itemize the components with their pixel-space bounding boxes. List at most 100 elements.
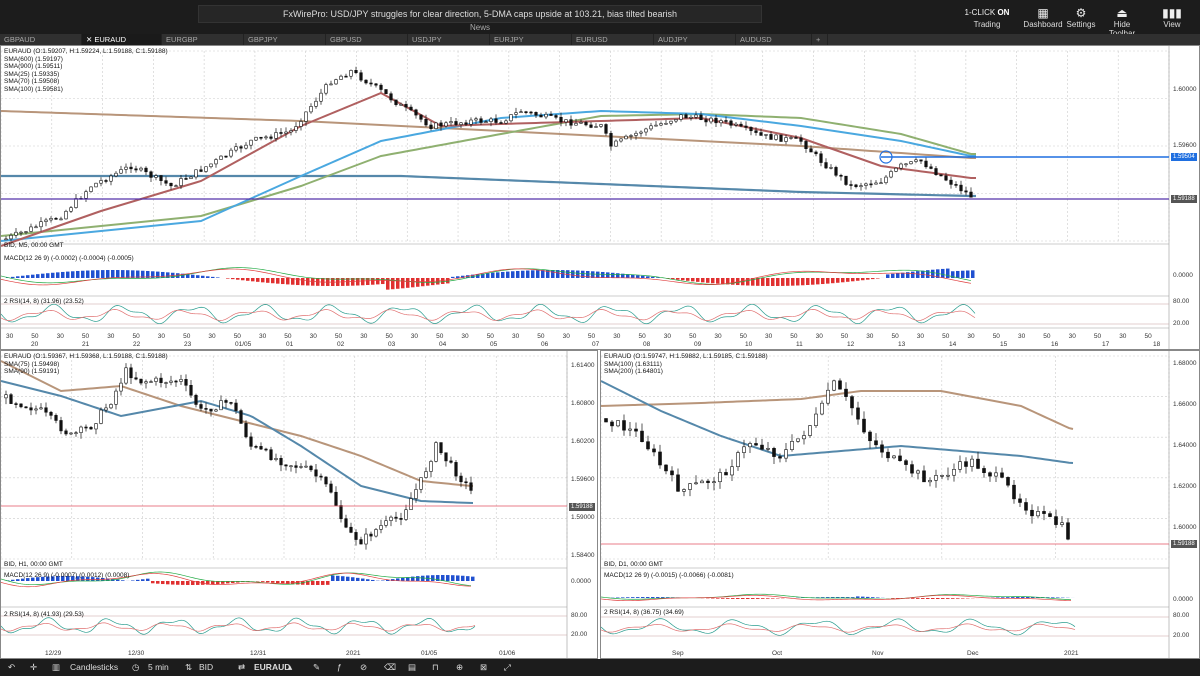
macd-bar xyxy=(856,278,860,281)
macd-bar xyxy=(946,268,950,278)
candle-body xyxy=(254,136,258,141)
macd-bar xyxy=(171,581,175,585)
candle-body xyxy=(969,191,973,198)
pencil-icon[interactable]: ✎ xyxy=(313,662,320,673)
candle-body xyxy=(194,394,198,405)
hide-drawings-icon[interactable]: ⊘ xyxy=(360,662,367,673)
candle-body xyxy=(628,428,632,431)
candle-body xyxy=(164,382,168,384)
indicator-icon[interactable]: ƒ xyxy=(337,662,342,672)
settings-button[interactable]: ⚙ Settings xyxy=(1066,6,1096,29)
candle-body xyxy=(394,516,398,519)
tab-gbpjpy[interactable]: GBPJPY xyxy=(244,34,326,45)
macd-bar xyxy=(241,278,245,281)
interval-select[interactable]: 5 min xyxy=(148,662,169,672)
add-tab-button[interactable]: + xyxy=(812,34,828,45)
tab-eurjpy[interactable]: EURJPY xyxy=(490,34,572,45)
d1-chart-canvas[interactable] xyxy=(601,351,1200,659)
macd-bar xyxy=(136,579,140,581)
view-button[interactable]: ▮▮▮ View xyxy=(1150,6,1194,29)
x-date-label: 01/06 xyxy=(499,650,516,657)
macd-bar xyxy=(391,278,395,290)
candle-body xyxy=(374,83,378,86)
tab-eurgbp[interactable]: EURGBP xyxy=(162,34,244,45)
candle-body xyxy=(344,518,348,528)
candle-body xyxy=(1012,484,1016,500)
back-icon[interactable]: ↶ xyxy=(8,662,15,673)
x-minute-label: 50 xyxy=(486,333,494,340)
dashboard-button[interactable]: ▦ Dashboard xyxy=(1022,6,1064,29)
tab-gbpusd[interactable]: GBPUSD xyxy=(326,34,408,45)
x-minute-label: 50 xyxy=(638,333,646,340)
candle-body xyxy=(44,407,48,413)
d1-chart-panel[interactable]: EURAUD (O:1.59747, H:1.59882, L:1.59185,… xyxy=(600,350,1200,659)
one-click-trading[interactable]: 1-CLICK ON Trading xyxy=(962,6,1012,29)
macd-bar xyxy=(806,278,810,286)
candle-body xyxy=(64,210,68,220)
candle-body xyxy=(384,520,388,526)
macd-bar xyxy=(921,598,925,599)
candle-body xyxy=(664,464,668,472)
template-icon[interactable]: ▤ xyxy=(408,662,416,673)
fullscreen-icon[interactable]: ⤢ xyxy=(504,662,511,673)
x-minute-label: 50 xyxy=(233,333,241,340)
tab-audjpy[interactable]: AUDJPY xyxy=(654,34,736,45)
macd-bar xyxy=(466,576,470,581)
crosshair-icon[interactable]: ✛ xyxy=(30,662,37,673)
chart-type-select[interactable]: Candlesticks xyxy=(70,662,118,672)
d1-chart-legend: EURAUD (O:1.59747, H:1.59882, L:1.59185,… xyxy=(604,353,768,376)
zoom-icon[interactable]: ⊕ xyxy=(456,662,463,673)
candle-body xyxy=(394,99,398,105)
tab-euraud[interactable]: ✕ EURAUD xyxy=(82,34,162,45)
candle-body xyxy=(904,163,908,166)
candle-body xyxy=(712,481,716,484)
macd-bar xyxy=(1006,597,1010,598)
candle-body xyxy=(689,116,693,119)
candle-body xyxy=(829,167,833,169)
candle-body xyxy=(649,125,653,130)
tab-eurusd[interactable]: EURUSD xyxy=(572,34,654,45)
tab-audusd[interactable]: AUDUSD xyxy=(736,34,812,45)
chart-bg xyxy=(601,351,1199,658)
macd-bar xyxy=(831,278,835,284)
candle-body xyxy=(688,483,692,490)
macd-bar xyxy=(101,270,105,278)
candle-body xyxy=(1006,477,1010,486)
top-chart-canvas[interactable] xyxy=(1,46,1200,350)
macd-bar xyxy=(801,278,805,286)
macd-bar xyxy=(641,597,645,598)
macd-bar xyxy=(196,275,200,278)
symbol-select[interactable]: EURAUD xyxy=(254,662,290,672)
x-minute-label: 50 xyxy=(1043,333,1051,340)
chevron-up-icon[interactable]: ▴ xyxy=(288,662,292,673)
candle-body xyxy=(154,377,158,382)
candle-body xyxy=(4,394,8,399)
candle-body xyxy=(34,408,38,411)
price-type-select[interactable]: BID xyxy=(199,662,213,672)
candle-body xyxy=(514,112,518,115)
candle-body xyxy=(14,403,18,405)
x-date-label: 2021 xyxy=(346,650,361,657)
tab-gbpaud[interactable]: GBPAUD xyxy=(0,34,82,45)
magnet-icon[interactable]: ⊓ xyxy=(432,662,439,673)
lock-icon[interactable]: ⊠ xyxy=(480,662,487,673)
candle-body xyxy=(579,122,583,124)
candle-body xyxy=(1054,516,1058,525)
candle-body xyxy=(349,70,353,77)
macd-bar xyxy=(871,278,875,280)
macd-bar xyxy=(66,271,70,278)
eraser-icon[interactable]: ⌫ xyxy=(384,662,396,673)
macd-bar xyxy=(866,278,870,280)
news-ticker[interactable]: FxWirePro: USD/JPY struggles for clear d… xyxy=(198,5,762,23)
h1-chart-panel[interactable]: EURAUD (O:1.59367, H:1.59368, L:1.59188,… xyxy=(0,350,598,659)
macd-bar xyxy=(811,278,815,285)
top-chart-panel[interactable]: EURAUD (O:1.59207, H:1.59224, L:1.59188,… xyxy=(0,45,1200,350)
macd-bar xyxy=(886,274,890,278)
candle-body xyxy=(24,231,28,233)
h1-chart-canvas[interactable] xyxy=(1,351,598,659)
candle-body xyxy=(114,172,118,177)
candle-body xyxy=(14,231,18,236)
macd-bar xyxy=(951,598,955,599)
candle-body xyxy=(244,423,248,438)
tab-usdjpy[interactable]: USDJPY xyxy=(408,34,490,45)
